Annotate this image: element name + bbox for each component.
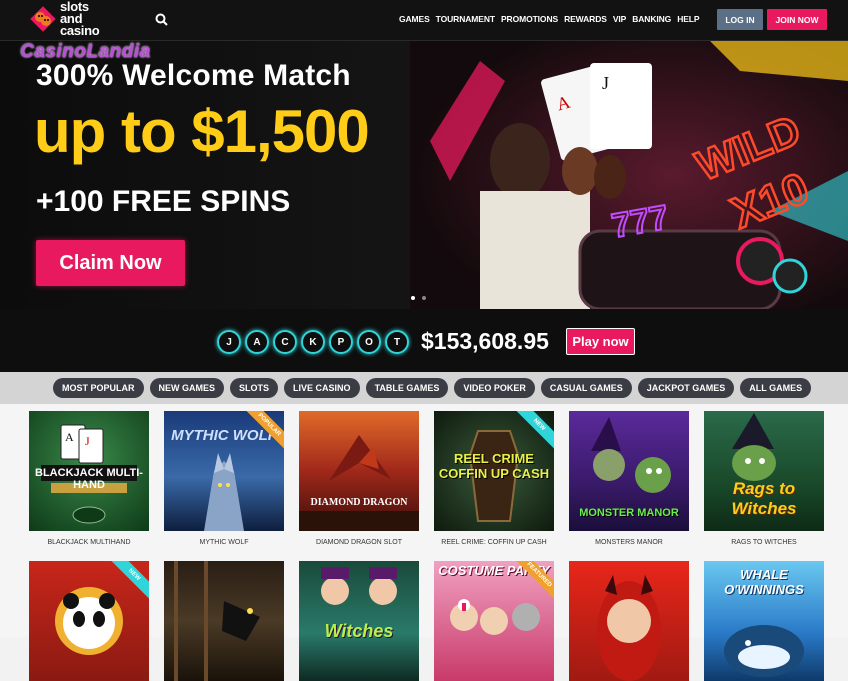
logo-badge-icon — [30, 6, 56, 32]
jackpot-amount: $153,608.95 — [421, 328, 549, 354]
raven-icon — [174, 561, 260, 681]
game-tile-whale-o-winnings[interactable]: WHALE O'WINNINGS — [704, 561, 824, 681]
join-now-button[interactable]: JOIN NOW — [767, 9, 827, 30]
category-list: MOST POPULAR NEW GAMES SLOTS LIVE CASINO… — [53, 378, 812, 398]
game-tile-rags-to-witches[interactable]: Rags to Witches — [704, 411, 824, 531]
main-nav: GAMES TOURNAMENT PROMOTIONS REWARDS VIP … — [396, 14, 702, 24]
game-tile-monster-manor[interactable]: MONSTER MANOR — [569, 411, 689, 531]
site-header: slots and casino GAMES TOURNAMENT PROMOT… — [0, 0, 848, 41]
game-tile-devil[interactable] — [569, 561, 689, 681]
game-label: REEL CRIME: COFFIN UP CASH — [441, 539, 547, 546]
hero-casino-artwork: J A 777 WILD X10 — [410, 41, 848, 309]
carousel-dots — [411, 296, 426, 300]
category-live-casino[interactable]: LIVE CASINO — [284, 378, 360, 398]
jackpot-letters: J A C K P O T — [217, 330, 409, 354]
carousel-dot[interactable] — [422, 296, 426, 300]
category-new-games[interactable]: NEW GAMES — [149, 378, 225, 398]
game-tile-witches[interactable]: Witches — [299, 561, 419, 681]
devil-girl-icon — [597, 575, 661, 681]
jackpot-letter: O — [357, 330, 381, 354]
game-title: WHALE O'WINNINGS — [724, 567, 804, 597]
category-video-poker[interactable]: VIDEO POKER — [454, 378, 535, 398]
category-all-games[interactable]: ALL GAMES — [740, 378, 812, 398]
hero-free-spins: +100 FREE SPINS — [36, 185, 291, 218]
hero-banner[interactable]: J A 777 WILD X10 CasinoLandia 300% Welco… — [0, 41, 848, 309]
jackpot-bar: J A C K P O T $153,608.95 Play now — [0, 309, 848, 372]
jackpot-letter: J — [217, 330, 241, 354]
game-tile-raven[interactable] — [164, 561, 284, 681]
game-title: MONSTER MANOR — [579, 507, 679, 519]
jackpot-letter: T — [385, 330, 409, 354]
game-tile-costume-party[interactable]: COSTUME PARTY FEATURED — [434, 561, 554, 681]
search-icon[interactable] — [154, 12, 170, 28]
category-table-games[interactable]: TABLE GAMES — [365, 378, 449, 398]
nav-promotions[interactable]: PROMOTIONS — [498, 14, 561, 24]
jackpot-play-now-button[interactable]: Play now — [566, 328, 635, 355]
game-label: MONSTERS MANOR — [595, 539, 663, 546]
game-title: Witches — [324, 621, 394, 641]
logo-line-3: casino — [60, 23, 100, 38]
game-tile-coffin-up-cash[interactable]: REEL CRIME COFFIN UP CASH NEW — [434, 411, 554, 531]
game-tile-panda[interactable]: NEW — [29, 561, 149, 681]
nav-banking[interactable]: BANKING — [629, 14, 674, 24]
svg-text:A: A — [65, 430, 74, 444]
game-title: BLACKJACK MULTI-HAND — [35, 467, 143, 491]
game-title: Rags to Witches — [731, 479, 797, 518]
game-label: MYTHIC WOLF — [199, 539, 249, 546]
category-casual-games[interactable]: CASUAL GAMES — [540, 378, 632, 398]
nav-rewards[interactable]: REWARDS — [561, 14, 610, 24]
game-tile-diamond-dragon[interactable]: DIAMOND DRAGON — [299, 411, 419, 531]
game-tile-mythic-wolf[interactable]: MYTHIC WOLF POPULAR — [164, 411, 284, 531]
site-logo[interactable]: slots and casino — [24, 0, 120, 40]
category-most-popular[interactable]: MOST POPULAR — [53, 378, 144, 398]
carousel-dot[interactable] — [411, 296, 415, 300]
nav-vip[interactable]: VIP — [610, 14, 629, 24]
dragon-icon — [299, 435, 419, 531]
jackpot-letter: K — [301, 330, 325, 354]
category-bar: MOST POPULAR NEW GAMES SLOTS LIVE CASINO… — [0, 372, 848, 404]
svg-text:J: J — [85, 434, 90, 448]
login-button[interactable]: LOG IN — [717, 9, 763, 30]
jackpot-letter: C — [273, 330, 297, 354]
svg-text:J: J — [602, 73, 609, 93]
games-grid: A J BLACKJACK MULTI-HAND BLACKJACK MULTI… — [0, 404, 848, 681]
nav-tournament[interactable]: TOURNAMENT — [433, 14, 498, 24]
category-slots[interactable]: SLOTS — [230, 378, 279, 398]
game-title: REEL CRIME COFFIN UP CASH — [438, 451, 550, 481]
category-jackpot-games[interactable]: JACKPOT GAMES — [637, 378, 735, 398]
nav-help[interactable]: HELP — [674, 14, 702, 24]
hero-amount: up to $1,500 — [34, 98, 370, 165]
logo-wordmark: slots and casino — [60, 0, 100, 38]
jackpot-letter: P — [329, 330, 353, 354]
game-label: BLACKJACK MULTIHAND — [47, 539, 131, 546]
game-label: DIAMOND DRAGON SLOT — [316, 539, 402, 546]
claim-now-button[interactable]: Claim Now — [36, 240, 185, 286]
nav-games[interactable]: GAMES — [396, 14, 433, 24]
hero-headline: 300% Welcome Match — [36, 59, 351, 92]
game-tile-blackjack-multihand[interactable]: A J BLACKJACK MULTI-HAND — [29, 411, 149, 531]
jackpot-letter: A — [245, 330, 269, 354]
game-title: DIAMOND DRAGON — [310, 497, 408, 508]
game-label: RAGS TO WITCHES — [731, 539, 797, 546]
